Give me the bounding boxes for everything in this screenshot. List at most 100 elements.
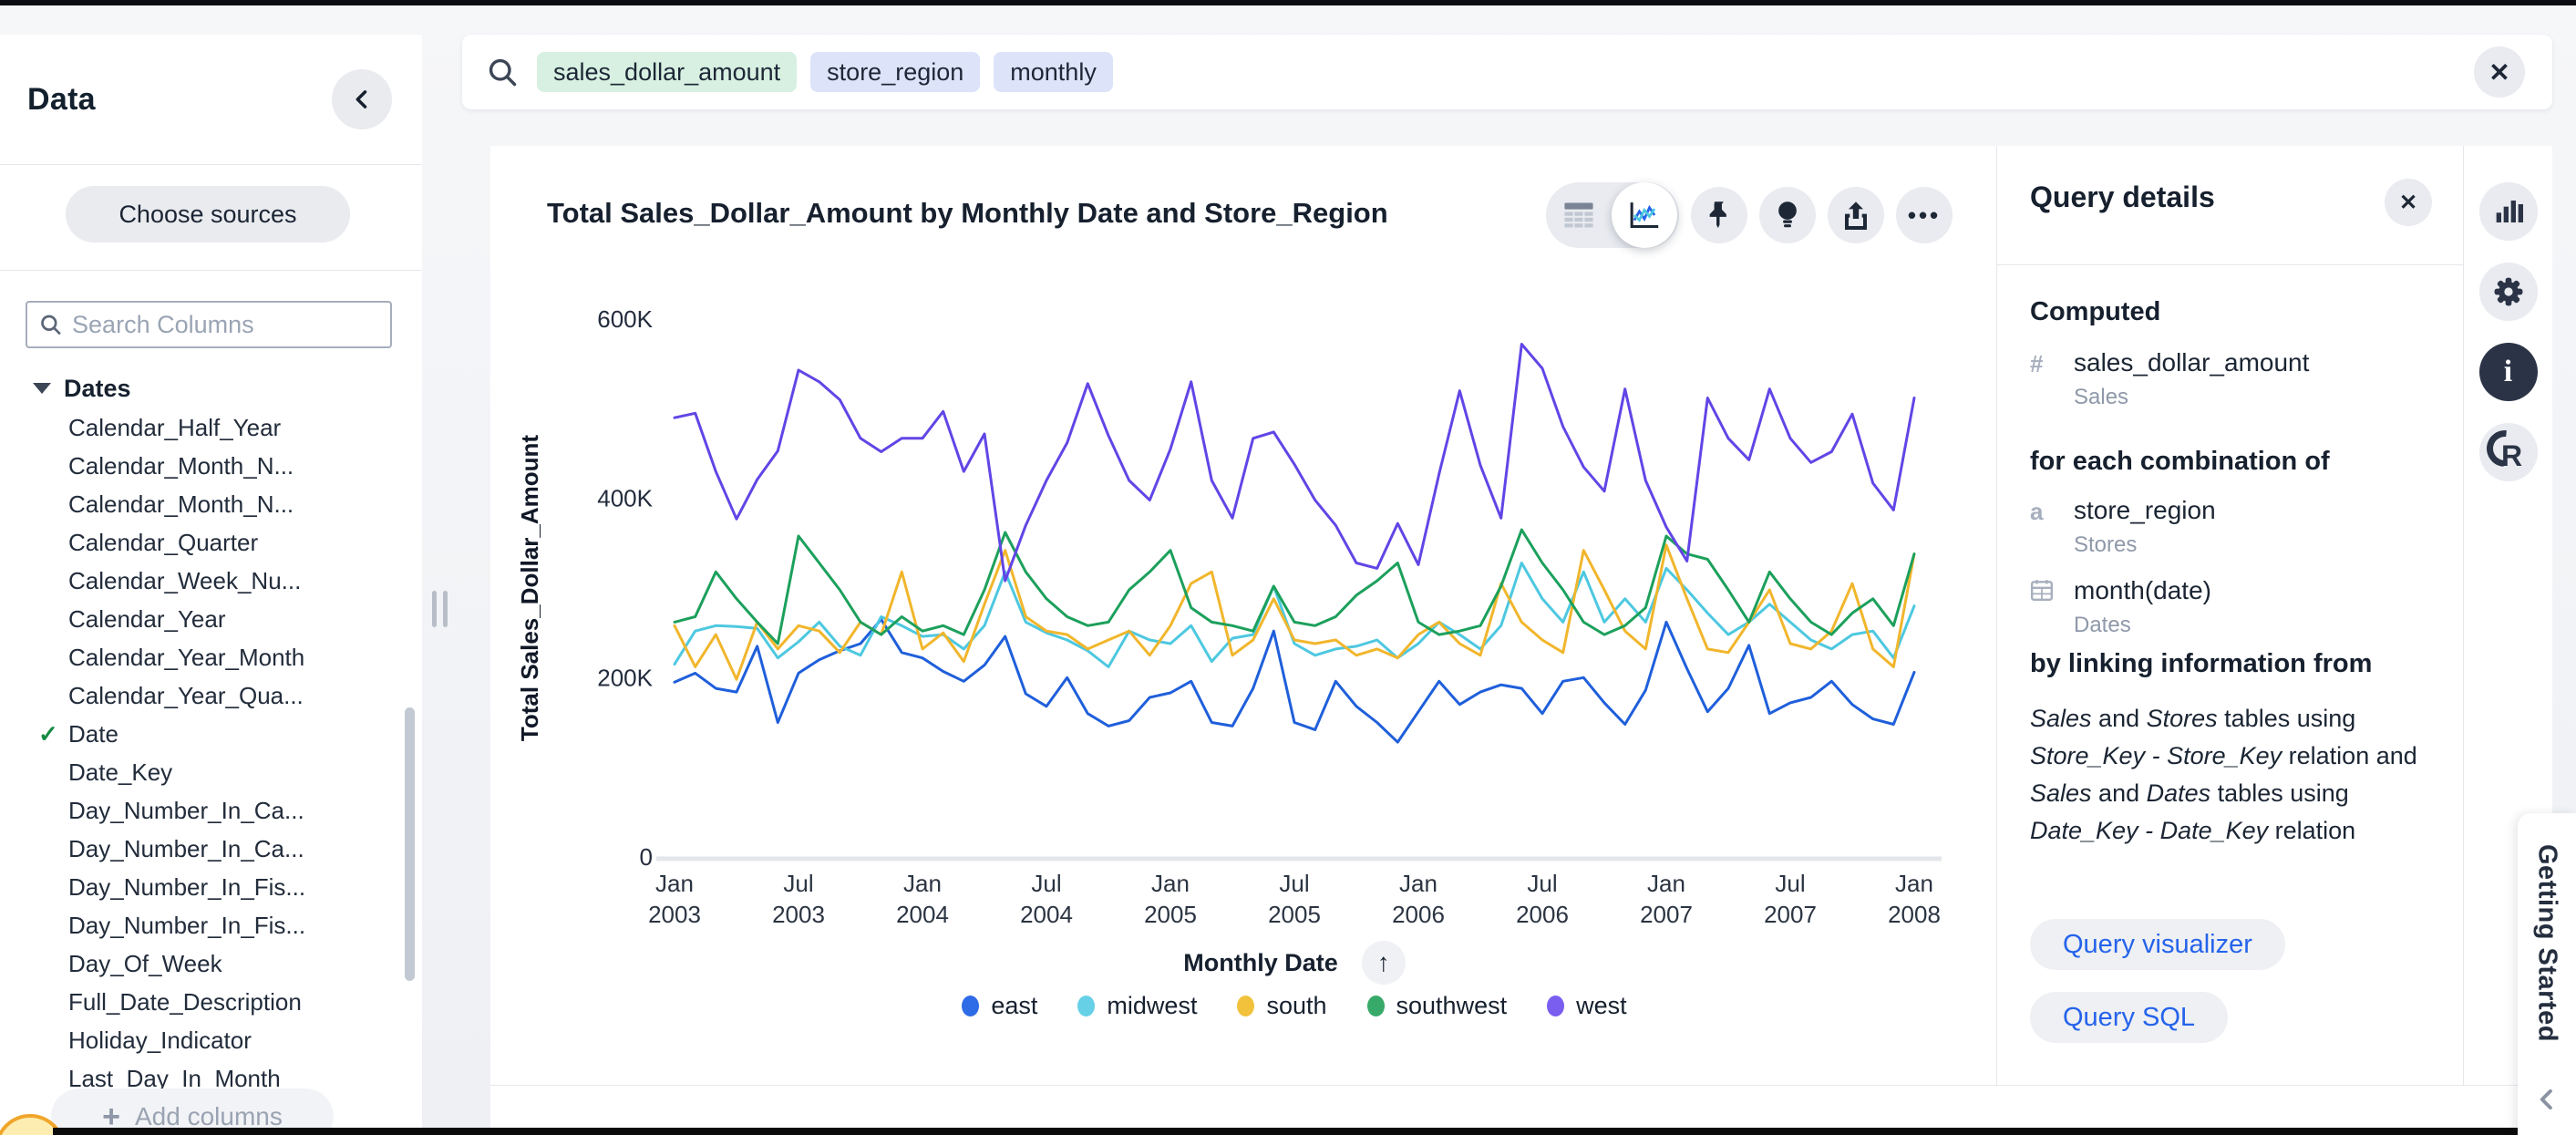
legend-item-south[interactable]: south (1237, 992, 1326, 1020)
answer-card: Total Sales_Dollar_Amount by Monthly Dat… (490, 146, 2552, 1129)
chevron-left-icon (349, 87, 375, 112)
check-icon: ✓ (38, 720, 58, 748)
legend-item-west[interactable]: west (1547, 992, 1627, 1020)
svg-text:2006: 2006 (1392, 901, 1445, 928)
svg-text:2003: 2003 (648, 901, 701, 928)
legend-item-midwest[interactable]: midwest (1077, 992, 1197, 1020)
svg-text:Jul: Jul (1527, 870, 1557, 897)
combination-name: store_region (2074, 496, 2216, 525)
svg-text:2005: 2005 (1268, 901, 1321, 928)
search-token-store_region[interactable]: store_region (810, 52, 980, 92)
search-token-monthly[interactable]: monthly (994, 52, 1113, 92)
column-label: Calendar_Week_Nu... (68, 567, 301, 595)
svg-text:2008: 2008 (1888, 901, 1941, 928)
svg-text:400K: 400K (597, 485, 653, 512)
query-visualizer-button[interactable]: Query visualizer (2030, 919, 2285, 970)
query-sql-button[interactable]: Query SQL (2030, 992, 2228, 1043)
chevron-left-icon (2537, 1088, 2557, 1111)
r-logo-icon: R (2501, 439, 2522, 473)
sidebar-scrollbar[interactable] (405, 707, 415, 981)
sidebar-column-calendar-month-n-[interactable]: Calendar_Month_N... (0, 485, 401, 523)
svg-text:Jan: Jan (1647, 870, 1685, 897)
sidebar-column-day-number-in-ca-[interactable]: Day_Number_In_Ca... (0, 791, 401, 830)
svg-text:Jan: Jan (1399, 870, 1437, 897)
column-label: Date (68, 720, 118, 748)
sidebar-collapse-button[interactable] (332, 69, 392, 129)
column-list: Calendar_Half_YearCalendar_Month_N...Cal… (0, 408, 401, 1098)
legend-item-east[interactable]: east (962, 992, 1037, 1020)
sidebar-column-date-key[interactable]: Date_Key (0, 753, 401, 791)
measure-hash-icon: # (2030, 348, 2057, 410)
sidebar-column-day-of-week[interactable]: Day_Of_Week (0, 944, 401, 983)
legend-dot (1237, 996, 1254, 1016)
getting-started-flap[interactable]: Getting Started (2518, 813, 2576, 1135)
r-analysis-button[interactable]: R (2479, 423, 2538, 481)
legend-label: south (1266, 992, 1326, 1020)
sidebar-column-calendar-quarter[interactable]: Calendar_Quarter (0, 523, 401, 562)
combination-name: month(date) (2074, 576, 2211, 605)
sidebar-column-calendar-year-month[interactable]: Calendar_Year_Month (0, 638, 401, 676)
column-label: Day_Of_Week (68, 950, 222, 978)
legend-item-southwest[interactable]: southwest (1367, 992, 1508, 1020)
sidebar-column-date[interactable]: ✓ Date (0, 715, 401, 753)
close-query-details-button[interactable]: ✕ (2385, 179, 2432, 226)
sidebar-column-calendar-month-n-[interactable]: Calendar_Month_N... (0, 447, 401, 485)
attribute-a-icon: a (2030, 496, 2057, 558)
svg-text:2003: 2003 (772, 901, 825, 928)
search-icon (38, 311, 63, 338)
sidebar-divider (0, 270, 422, 271)
search-icon (486, 56, 519, 88)
svg-text:Total Sales_Dollar_Amount: Total Sales_Dollar_Amount (516, 435, 543, 741)
sidebar-header: Data (0, 35, 422, 164)
svg-text:Jan: Jan (1151, 870, 1190, 897)
tree-group-dates[interactable]: Dates (0, 368, 401, 408)
combination-source: Stores (2074, 532, 2216, 558)
svg-text:2004: 2004 (896, 901, 949, 928)
sort-ascending-button[interactable]: ↑ (1362, 941, 1406, 985)
svg-text:2007: 2007 (1640, 901, 1693, 928)
sidebar-column-day-number-in-ca-[interactable]: Day_Number_In_Ca... (0, 830, 401, 868)
linking-line: Sales and Stores tables using (2030, 700, 2431, 738)
chart-options-button[interactable] (2479, 182, 2538, 241)
sidebar-column-full-date-description[interactable]: Full_Date_Description (0, 983, 401, 1021)
column-tree: Dates Calendar_Half_Year Calendar_Month_N… (0, 368, 401, 1098)
sidebar-column-day-number-in-fis-[interactable]: Day_Number_In_Fis... (0, 868, 401, 906)
column-label: Full_Date_Description (68, 988, 302, 1016)
linking-description: Sales and Stores tables usingStore_Key -… (2030, 700, 2431, 850)
search-bar: sales_dollar_amount store_region monthly ✕ (462, 35, 2552, 109)
search-token-sales_dollar_amount[interactable]: sales_dollar_amount (537, 52, 797, 92)
window-top-edge (0, 0, 2576, 5)
column-label: Day_Number_In_Ca... (68, 835, 304, 863)
column-label: Calendar_Half_Year (68, 414, 281, 442)
linking-line: Sales and Dates tables using (2030, 775, 2431, 812)
choose-sources-button[interactable]: Choose sources (66, 186, 350, 242)
column-label: Holiday_Indicator (68, 1027, 252, 1055)
sidebar-column-calendar-year-qua-[interactable]: Calendar_Year_Qua... (0, 676, 401, 715)
search-columns-input[interactable] (72, 311, 379, 339)
svg-text:600K: 600K (597, 305, 653, 333)
panel-divider (1997, 264, 2463, 265)
series-line-southwest (675, 530, 1914, 644)
configure-button[interactable] (2479, 263, 2538, 321)
data-sidebar: Data Choose sources Dates Calendar_Half_… (0, 35, 422, 1135)
svg-text:Jan: Jan (903, 870, 942, 897)
column-label: Calendar_Year_Month (68, 644, 304, 672)
svg-text:2006: 2006 (1516, 901, 1569, 928)
sidebar-column-calendar-year[interactable]: Calendar_Year (0, 600, 401, 638)
series-line-west (675, 345, 1914, 582)
sidebar-column-calendar-week-nu-[interactable]: Calendar_Week_Nu... (0, 562, 401, 600)
query-details-info-button[interactable]: i (2479, 343, 2538, 401)
svg-text:0: 0 (640, 843, 653, 871)
calendar-icon (2030, 576, 2057, 638)
sidebar-column-day-number-in-fis-[interactable]: Day_Number_In_Fis... (0, 906, 401, 944)
bar-chart-icon (2494, 198, 2523, 225)
clear-search-button[interactable]: ✕ (2474, 46, 2525, 98)
combination-heading: for each combination of (2030, 447, 2330, 477)
gear-icon (2492, 275, 2525, 308)
column-label: Calendar_Year (68, 605, 226, 634)
x-axis-title: Monthly Date (1183, 949, 1338, 977)
sidebar-column-holiday-indicator[interactable]: Holiday_Indicator (0, 1021, 401, 1059)
panel-resize-handle[interactable] (432, 591, 448, 627)
linking-heading: by linking information from (2030, 649, 2372, 679)
sidebar-column-calendar-half-year[interactable]: Calendar_Half_Year (0, 408, 401, 447)
